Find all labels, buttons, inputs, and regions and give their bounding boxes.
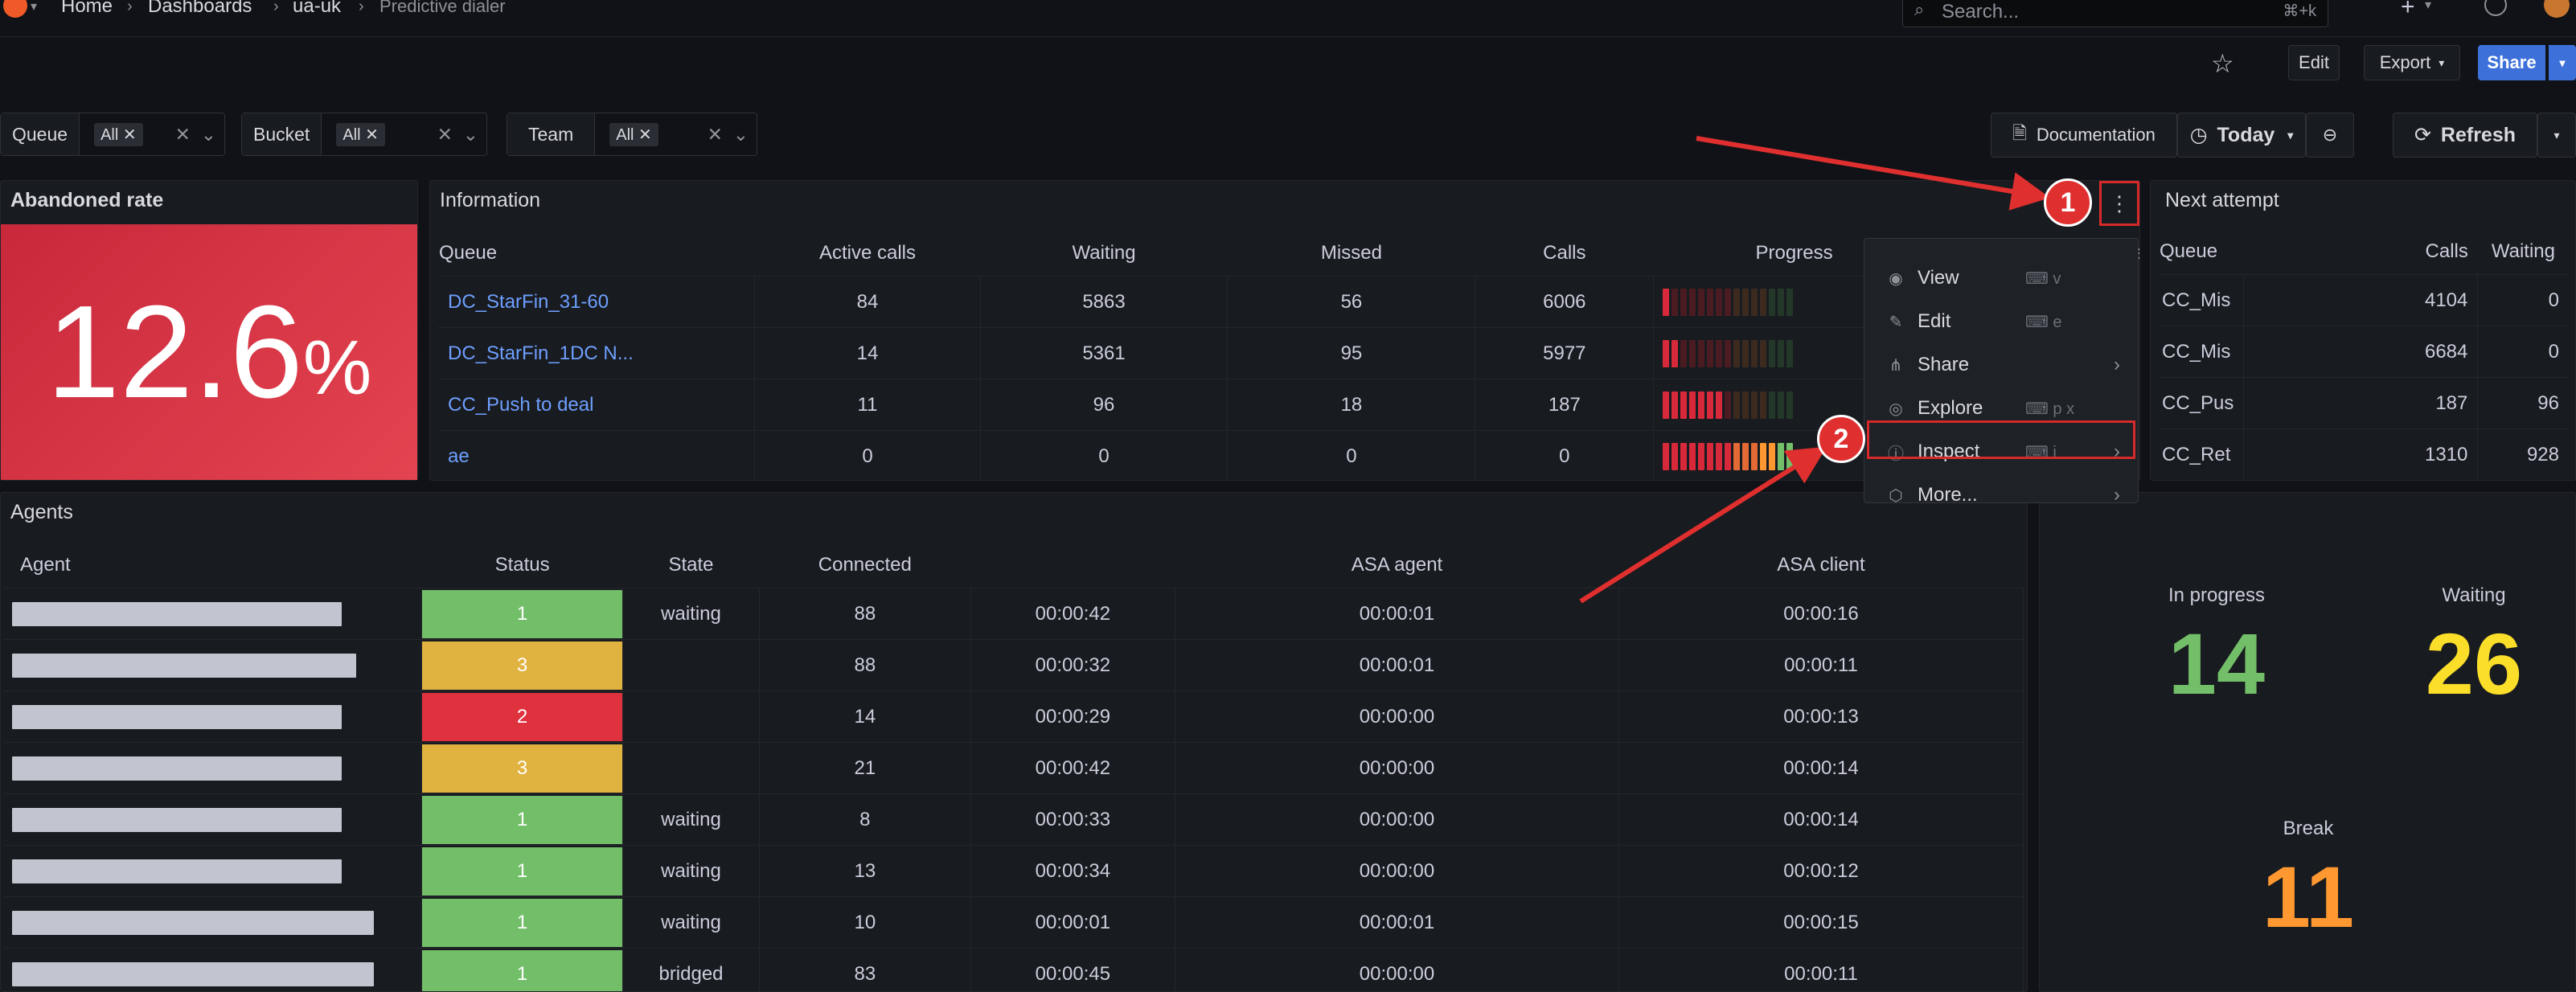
annotation-badge-2: 2 [1817,415,1865,463]
annotation-arrow-1 [1696,136,2050,211]
annotation-badge-1: 1 [2044,178,2092,227]
annotation-arrows [1579,136,2050,604]
annotation-arrow-2 [1579,446,1827,604]
